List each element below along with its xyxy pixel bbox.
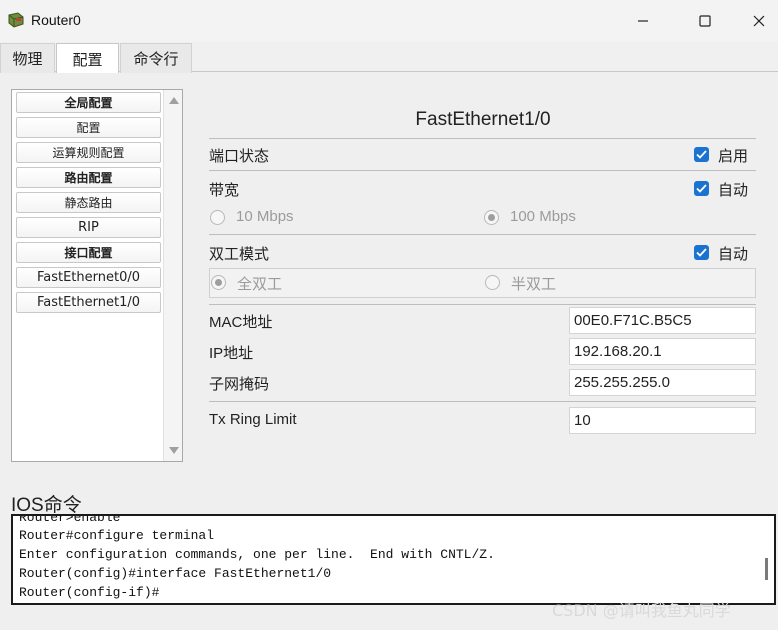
checkmark-icon [696,248,707,257]
nav-item-static-routing[interactable]: 静态路由 [16,192,161,213]
bandwidth-100mbps-radio[interactable] [484,210,499,225]
minimize-icon [638,20,648,22]
mac-address-label: MAC地址 [209,314,273,331]
tx-ring-limit-field[interactable]: 10 [569,407,756,434]
duplex-options-group: 全双工 半双工 [209,268,756,298]
watermark: CSDN @请叫我鱼丸同学 [552,601,731,620]
console-line: Router>enable [19,514,121,525]
interface-title: FastEthernet1/0 [415,109,551,130]
nav-item-algorithm-settings[interactable]: 运算规则配置 [16,142,161,163]
ios-console[interactable]: Router>enable Router#configure terminal … [11,514,776,605]
maximize-icon [699,15,711,27]
bandwidth-10mbps-radio[interactable] [210,210,225,225]
checkmark-icon [696,184,707,193]
bandwidth-auto-checkbox[interactable] [694,181,709,196]
console-line: Router(config)#interface FastEthernet1/0 [19,566,332,581]
ip-address-field[interactable]: 192.168.20.1 [569,338,756,365]
tab-cli[interactable]: 命令行 [120,43,192,73]
half-duplex-radio[interactable] [485,275,500,290]
bandwidth-100mbps-label: 100 Mbps [510,208,576,225]
ios-command-title: IOS命令 [11,495,82,516]
nav-item-settings[interactable]: 配置 [16,117,161,138]
divider [209,138,756,139]
close-button[interactable] [736,6,778,36]
console-line: Router(config-if)# [19,585,160,600]
scroll-up-icon[interactable] [169,97,179,104]
port-status-label: 端口状态 [209,148,270,165]
divider [209,234,756,235]
nav-item-fastethernet0-0[interactable]: FastEthernet0/0 [16,267,161,288]
bandwidth-10mbps-label: 10 Mbps [236,208,294,225]
nav-scrollbar[interactable] [163,90,182,461]
bandwidth-auto-label: 自动 [718,181,749,199]
nav-interface-header[interactable]: 接口配置 [16,242,161,263]
close-icon [753,15,765,27]
port-status-on-label: 启用 [718,147,749,165]
port-status-checkbox[interactable] [694,147,709,162]
divider [209,401,756,402]
ip-address-label: IP地址 [209,345,254,362]
router-app-icon [7,11,25,29]
scroll-down-icon[interactable] [169,447,179,454]
divider [209,304,756,305]
duplex-label: 双工模式 [209,246,270,263]
nav-routing-header[interactable]: 路由配置 [16,167,161,188]
bandwidth-label: 带宽 [209,182,240,199]
console-line: Router#configure terminal [19,528,215,543]
duplex-auto-label: 自动 [718,245,749,263]
divider [209,170,756,171]
subnet-mask-field[interactable]: 255.255.255.0 [569,369,756,396]
window-title: Router0 [31,12,81,28]
half-duplex-label: 半双工 [511,276,557,293]
full-duplex-radio[interactable] [211,275,226,290]
nav-global-config-header[interactable]: 全局配置 [16,92,161,113]
tab-bar: 物理 配置 命令行 [0,42,778,74]
tx-ring-limit-label: Tx Ring Limit [209,411,297,428]
title-bar: Router0 [0,0,778,42]
config-nav-list: 全局配置 配置 运算规则配置 路由配置 静态路由 RIP 接口配置 FastEt… [11,89,183,462]
checkmark-icon [696,150,707,159]
full-duplex-label: 全双工 [237,276,283,293]
nav-item-rip[interactable]: RIP [16,217,161,238]
tab-config[interactable]: 配置 [56,43,119,74]
console-scrollbar[interactable] [765,558,768,580]
console-line: Enter configuration commands, one per li… [19,547,495,562]
duplex-auto-checkbox[interactable] [694,245,709,260]
tab-physical[interactable]: 物理 [0,43,55,73]
mac-address-field[interactable]: 00E0.F71C.B5C5 [569,307,756,334]
minimize-button[interactable] [620,6,666,36]
maximize-button[interactable] [682,6,728,36]
subnet-mask-label: 子网掩码 [209,376,270,393]
nav-item-fastethernet1-0[interactable]: FastEthernet1/0 [16,292,161,313]
config-content: 全局配置 配置 运算规则配置 路由配置 静态路由 RIP 接口配置 FastEt… [0,73,778,630]
